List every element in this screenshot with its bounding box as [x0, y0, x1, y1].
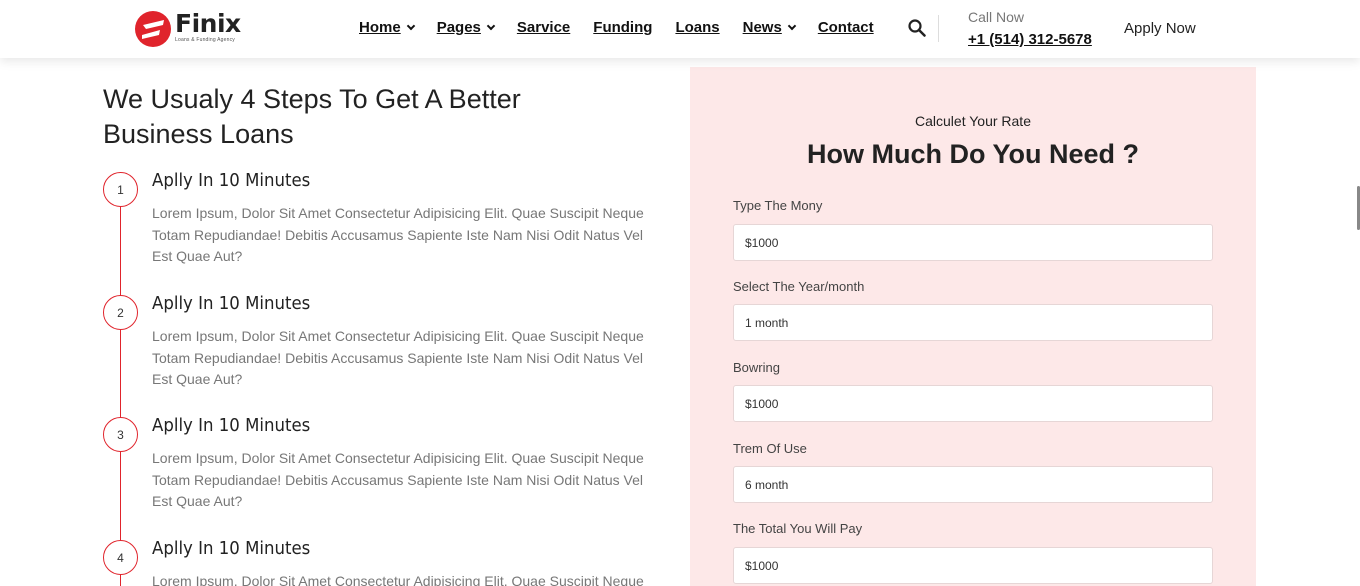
- brand-logo[interactable]: Finix Loans & Funding Agency: [134, 10, 241, 48]
- site-header: Finix Loans & Funding Agency Home Pages …: [0, 0, 1360, 58]
- chevron-down-icon: [406, 21, 415, 30]
- duration-label: Select The Year/month: [733, 279, 865, 294]
- step-number: 4: [103, 540, 138, 575]
- nav-label: News: [742, 19, 782, 36]
- apply-now-button[interactable]: Apply Now: [1124, 20, 1196, 37]
- logo-text: Finix Loans & Funding Agency: [175, 10, 241, 43]
- brand-tagline: Loans & Funding Agency: [175, 37, 235, 43]
- calculator-title: How Much Do You Need ?: [806, 139, 1139, 169]
- duration-input[interactable]: [733, 304, 1213, 341]
- phone-link[interactable]: +1 (514) 312-5678: [968, 31, 1092, 48]
- nav-funding[interactable]: Funding: [593, 19, 652, 36]
- amount-input[interactable]: [733, 224, 1213, 261]
- timeline-line: [120, 190, 121, 586]
- nav-label: Pages: [436, 19, 481, 36]
- nav-label: Home: [359, 19, 401, 36]
- nav-contact[interactable]: Contact: [818, 19, 874, 36]
- total-label: The Total You Will Pay: [733, 521, 863, 536]
- nav-sarvice[interactable]: Sarvice: [517, 19, 570, 36]
- chevron-down-icon: [486, 21, 496, 30]
- calculator-kicker: Calculet Your Rate: [915, 113, 1031, 129]
- header-divider: [938, 15, 939, 42]
- step-description: Lorem Ipsum, Dolor Sit Amet Consectetur …: [152, 205, 644, 264]
- borrowing-input[interactable]: [733, 385, 1213, 422]
- step-number: 3: [103, 417, 138, 452]
- nav-loans[interactable]: Loans: [675, 19, 719, 36]
- finix-logo-icon: [135, 11, 171, 47]
- borrowing-label: Bowring: [733, 360, 780, 375]
- step-number: 2: [103, 295, 138, 330]
- nav-home[interactable]: Home: [359, 19, 415, 36]
- brand-name: Finix: [175, 9, 241, 38]
- amount-label: Type The Mony: [733, 198, 823, 213]
- term-input[interactable]: [733, 466, 1213, 503]
- step-title: Aplly In 10 Minutes: [152, 170, 311, 191]
- step-description: Lorem Ipsum, Dolor Sit Amet Consectetur …: [152, 573, 644, 586]
- call-now-label: Call Now: [968, 9, 1025, 25]
- loan-calculator-panel: Calculet Your Rate How Much Do You Need …: [690, 67, 1256, 586]
- main-nav: Home Pages Sarvice Funding Loans News Co…: [359, 19, 897, 36]
- total-input[interactable]: [733, 547, 1213, 584]
- steps-section-title: We Usualy 4 Steps To Get A Better Busine…: [103, 84, 521, 149]
- nav-label: Funding: [593, 19, 653, 36]
- step-description: Lorem Ipsum, Dolor Sit Amet Consectetur …: [152, 450, 644, 509]
- step-title: Aplly In 10 Minutes: [152, 538, 311, 559]
- nav-news[interactable]: News: [742, 19, 797, 36]
- search-icon[interactable]: [908, 19, 926, 37]
- nav-label: Contact: [817, 19, 874, 36]
- nav-label: Sarvice: [516, 19, 571, 36]
- nav-label: Loans: [675, 19, 720, 36]
- term-label: Trem Of Use: [733, 441, 807, 456]
- step-number: 1: [103, 172, 138, 207]
- step-description: Lorem Ipsum, Dolor Sit Amet Consectetur …: [152, 328, 644, 387]
- step-title: Aplly In 10 Minutes: [152, 293, 311, 314]
- nav-pages[interactable]: Pages: [436, 19, 496, 36]
- step-title: Aplly In 10 Minutes: [152, 415, 311, 436]
- chevron-down-icon: [787, 21, 797, 30]
